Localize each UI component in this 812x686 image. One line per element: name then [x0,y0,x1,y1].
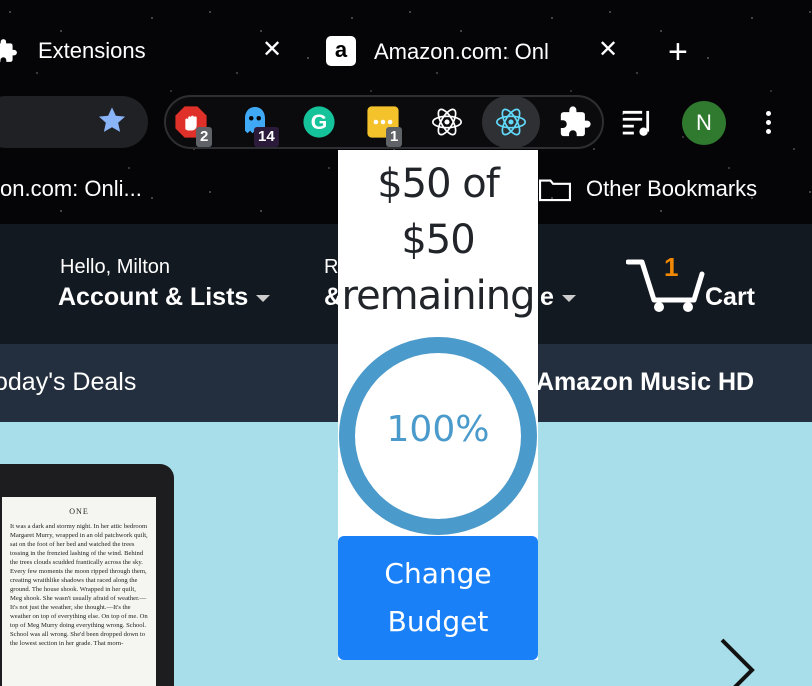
more-menu-icon[interactable] [758,108,778,138]
tab-title: Amazon.com: Onl [374,39,549,64]
tab-amazon[interactable]: a Amazon.com: Onl ✕ [310,30,620,74]
budget-line: remaining [341,273,536,319]
chapter-heading: ONE [69,507,89,516]
budget-summary: $50 of $50 remaining [338,156,538,324]
react-devtools-icon [431,108,463,136]
profile-avatar[interactable]: N [682,101,726,145]
extension-adblock[interactable]: 2 [174,105,213,147]
chevron-right-icon[interactable] [716,636,760,686]
extension-notes[interactable]: 1 [366,105,403,147]
extension-react-devtools[interactable] [430,105,466,141]
folder-icon [539,179,571,202]
extension-grammarly[interactable]: G [302,105,338,141]
button-label: Budget [387,605,489,638]
orders-link-tail[interactable]: e [540,283,576,312]
book-text: It was a dark and stormy night. In her a… [10,523,148,647]
puzzle-icon [560,106,591,137]
grammarly-icon: G [303,106,335,138]
budget-line: $50 [401,217,475,263]
media-queue-icon [622,110,650,136]
budget-line: $50 of [377,161,500,207]
caret-down-icon [561,294,576,302]
amazon-music-link[interactable]: Amazon Music HD [536,368,754,397]
bookmark-amazon[interactable]: on.com: Onli... [0,176,142,202]
returns-label[interactable]: R [324,256,338,279]
percent-label: 100% [386,409,490,450]
extension-badge: 1 [386,127,403,147]
change-budget-button[interactable]: Change Budget [338,536,538,660]
caret-down-icon [256,294,271,302]
budget-popup: $50 of $50 remaining 100% Change Budget [338,150,538,660]
account-label: Account & Lists [58,283,249,311]
orders-label-tail: e [540,283,554,311]
star-icon[interactable] [96,104,128,136]
cart-count: 1 [664,252,679,282]
bookmark-other[interactable]: Other Bookmarks [538,176,757,202]
extension-menu[interactable] [558,105,594,141]
react-active-icon [495,108,527,136]
bookmark-label: Other Bookmarks [586,176,758,201]
close-icon[interactable]: ✕ [598,38,618,62]
tab-title: Extensions [38,38,146,63]
extension-react-active[interactable] [482,96,540,148]
close-icon[interactable]: ✕ [262,38,282,62]
extension-badge: 14 [254,127,279,147]
account-lists-link[interactable]: Account & Lists [58,283,271,312]
puzzle-icon [0,39,17,62]
button-label: Change [384,557,492,590]
cart-label[interactable]: Cart [705,283,755,312]
extension-badge: 2 [196,127,213,147]
extension-ghostery[interactable]: 14 [240,105,279,147]
todays-deals-link[interactable]: oday's Deals [0,368,136,397]
new-tab-button[interactable]: + [668,35,688,69]
amazon-favicon-icon: a [326,36,356,66]
kindle-screen: ONE It was a dark and stormy night. In h… [2,497,156,686]
media-control[interactable] [620,105,656,141]
tab-extensions[interactable]: Extensions ✕ [0,30,300,74]
svg-text:G: G [311,110,328,134]
greeting: Hello, Milton [60,256,171,278]
